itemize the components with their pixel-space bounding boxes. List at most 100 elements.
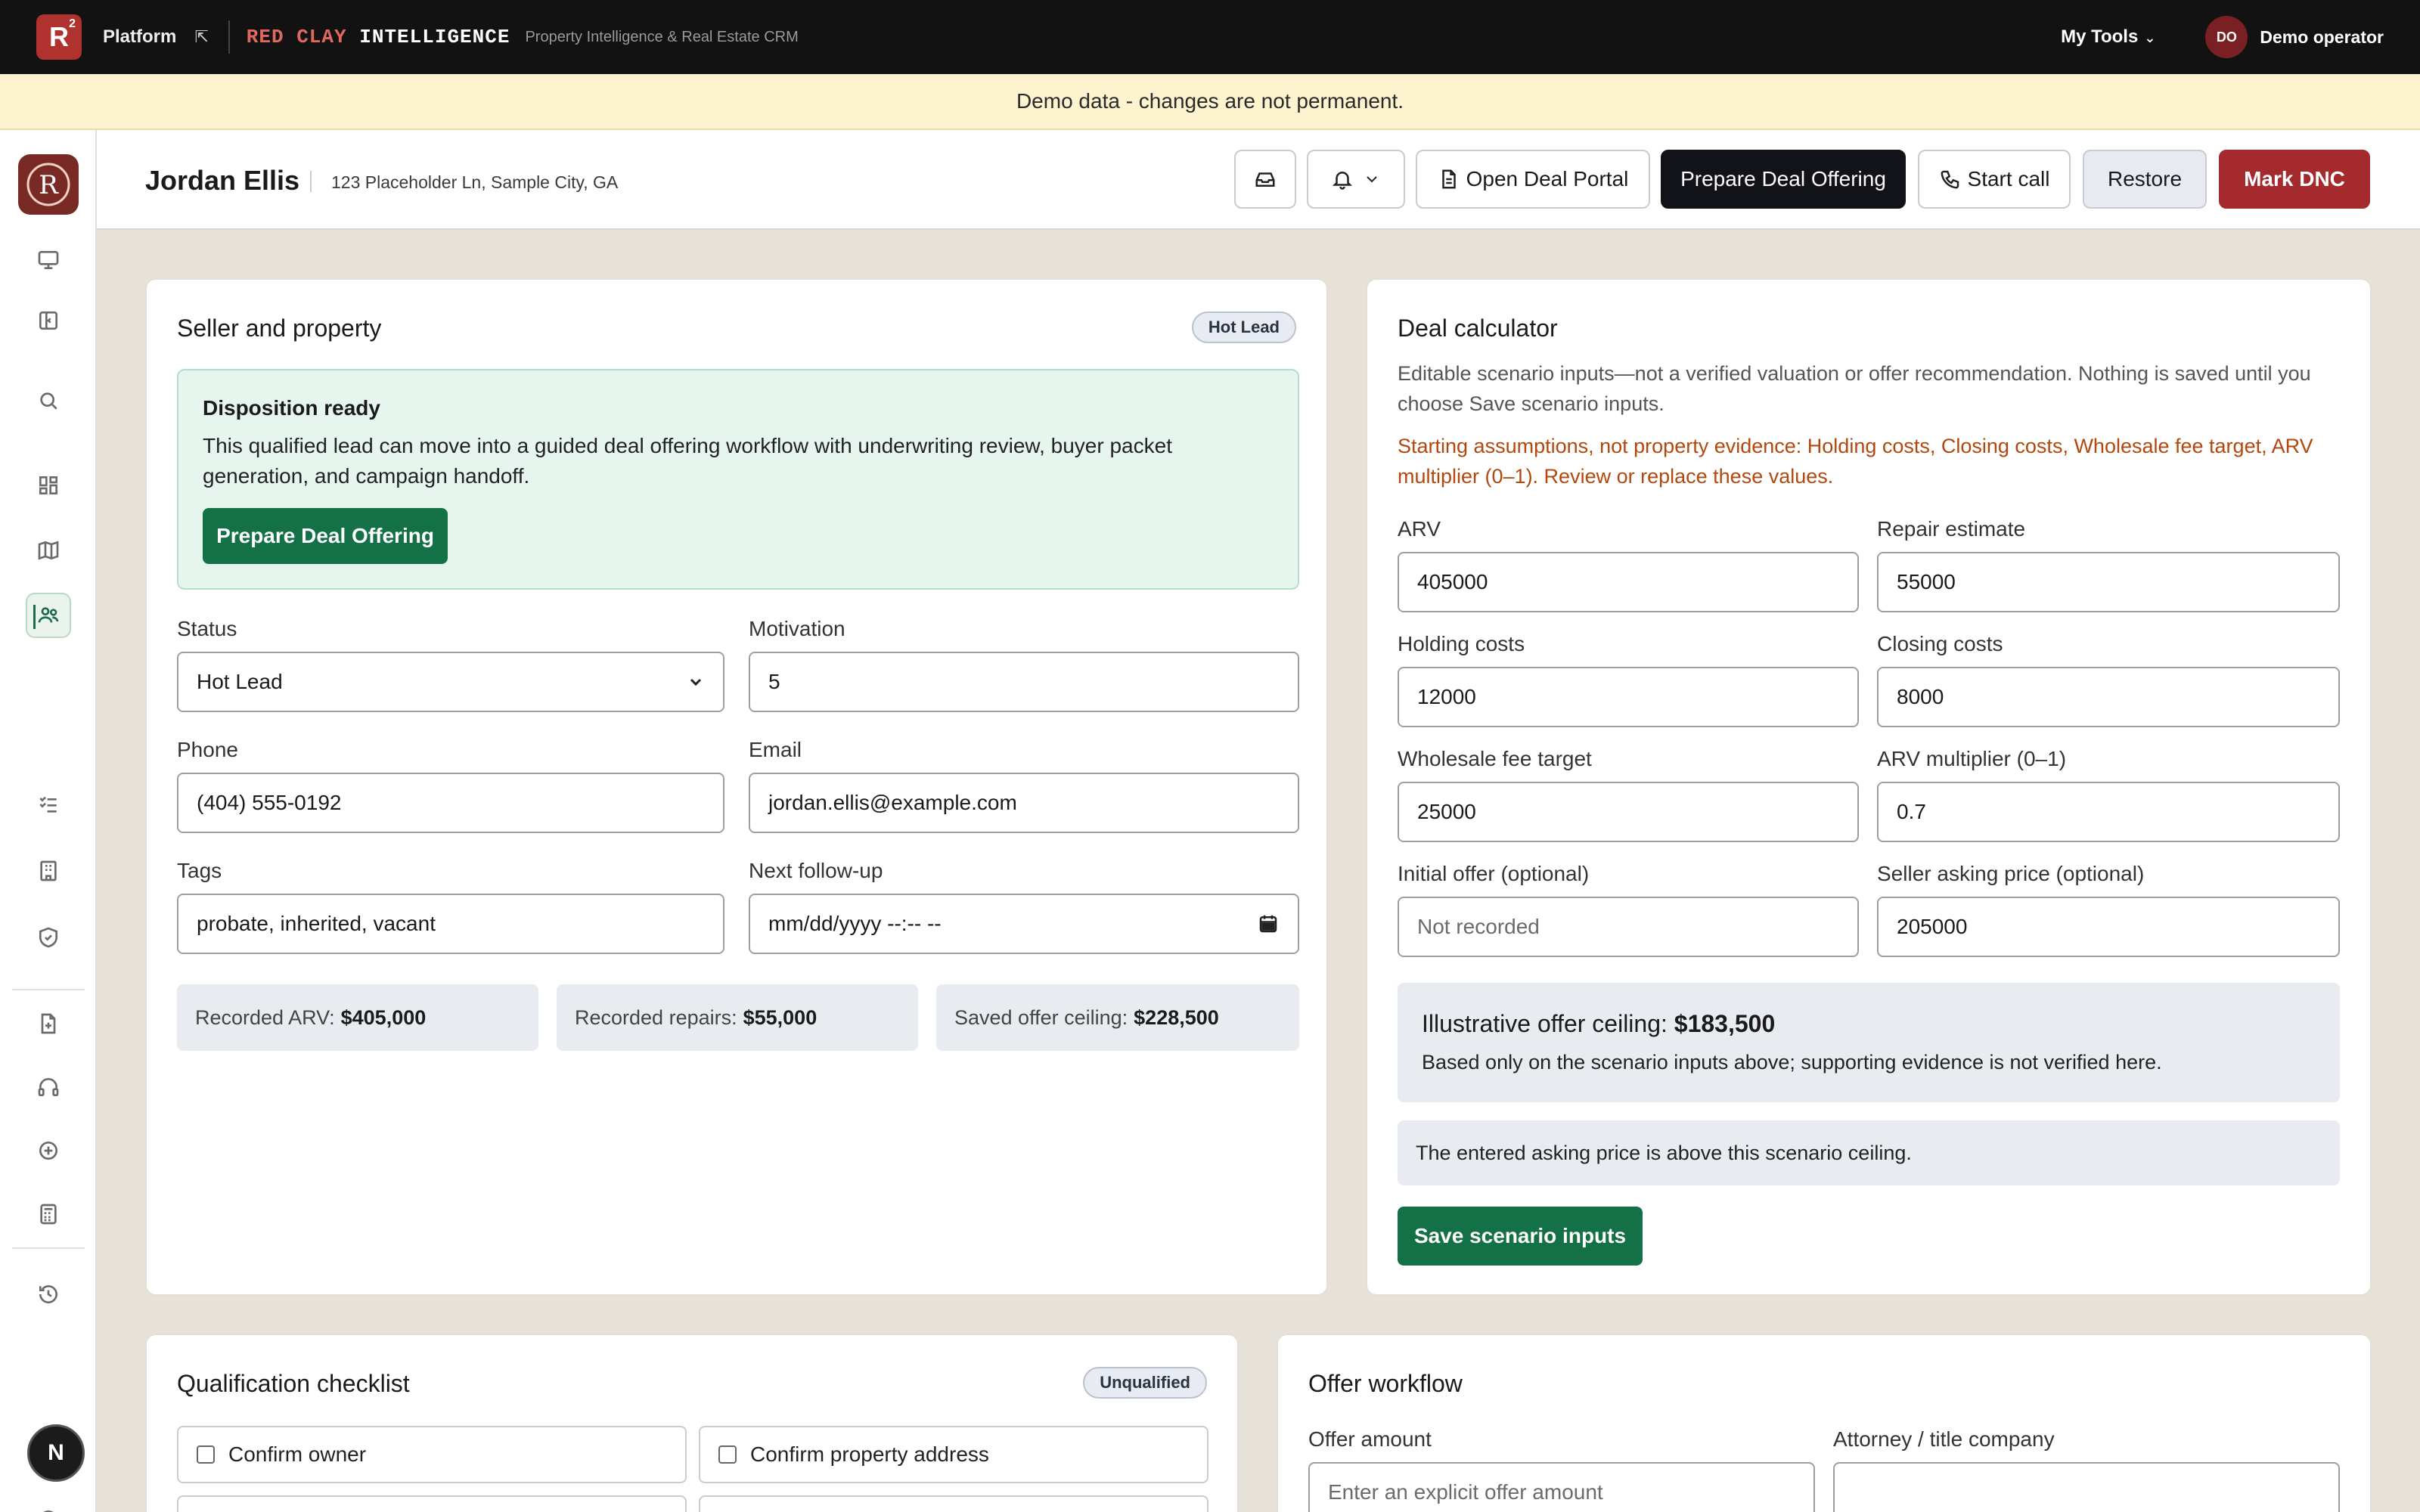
asking-price-notice: The entered asking price is above this s…	[1398, 1120, 2340, 1185]
my-tools-label: My Tools	[2061, 26, 2139, 47]
email-input[interactable]: jordan.ellis@example.com	[749, 773, 1299, 833]
bell-icon	[1332, 172, 1353, 190]
prepare-deal-offering-label: Prepare Deal Offering	[1680, 167, 1886, 191]
initial-offer-label: Initial offer (optional)	[1398, 862, 1590, 885]
avatar[interactable]: DO	[2205, 16, 2248, 58]
my-tools-menu[interactable]: My Tools ⌄	[2061, 26, 2155, 48]
asking-price-input[interactable]: 205000	[1877, 897, 2340, 957]
calculator-warning: Starting assumptions, not property evide…	[1398, 435, 2313, 488]
checklist-item[interactable]	[177, 1495, 687, 1512]
demo-banner: Demo data - changes are not permanent.	[0, 74, 2420, 130]
qualification-badge: Unqualified	[1083, 1367, 1207, 1399]
file-plus-icon[interactable]	[26, 1001, 71, 1046]
brand-name: RED CLAY INTELLIGENCE	[247, 26, 510, 48]
offer-workflow-card: Offer workflow Offer amount Enter an exp…	[1277, 1334, 2372, 1512]
restore-button[interactable]: Restore	[2083, 150, 2207, 209]
save-scenario-button[interactable]: Save scenario inputs	[1398, 1207, 1643, 1266]
status-label: Status	[177, 617, 237, 640]
notifications-button[interactable]	[1307, 150, 1405, 209]
start-call-button[interactable]: Start call	[1918, 150, 2071, 209]
status-select[interactable]: Hot Lead	[177, 652, 724, 712]
map-icon[interactable]	[26, 528, 71, 573]
confirm-owner-checkbox[interactable]: Confirm owner	[177, 1426, 687, 1483]
holding-input[interactable]: 12000	[1398, 667, 1859, 727]
closing-label: Closing costs	[1877, 632, 2003, 655]
followup-datetime-input[interactable]: mm/dd/yyyy --:-- --	[749, 894, 1299, 954]
account-badge[interactable]: N	[27, 1424, 85, 1482]
history-icon[interactable]	[26, 1272, 71, 1317]
topbar-divider	[228, 20, 230, 54]
email-label: Email	[749, 738, 802, 761]
recorded-repairs-value: $55,000	[743, 1005, 818, 1029]
offer-amount-input[interactable]: Enter an explicit offer amount	[1308, 1462, 1815, 1512]
multiplier-label: ARV multiplier (0–1)	[1877, 747, 2067, 770]
open-deal-portal-label: Open Deal Portal	[1466, 167, 1629, 191]
panel-icon[interactable]	[26, 298, 71, 343]
attorney-input[interactable]	[1833, 1462, 2340, 1512]
initial-offer-input[interactable]: Not recorded	[1398, 897, 1859, 957]
plus-circle-icon[interactable]	[26, 1128, 71, 1173]
phone-icon	[1941, 170, 1959, 189]
sidebar-logo[interactable]: R	[18, 154, 79, 215]
app-logo[interactable]: R 2	[36, 14, 82, 60]
open-deal-portal-button[interactable]: Open Deal Portal	[1416, 150, 1650, 209]
prepare-deal-offering-button[interactable]: Prepare Deal Offering	[203, 508, 448, 564]
collapse-arrow-icon[interactable]: ⇱	[194, 27, 208, 47]
checklist-icon[interactable]	[26, 782, 71, 827]
chevron-down-icon	[690, 678, 702, 686]
tags-input[interactable]: probate, inherited, vacant	[177, 894, 724, 954]
svg-text:R: R	[39, 170, 59, 200]
monitor-icon[interactable]	[26, 237, 71, 283]
offer-ceiling-note: Based only on the scenario inputs above;…	[1422, 1051, 2162, 1074]
restore-label: Restore	[2107, 167, 2183, 191]
calendar-icon[interactable]	[1257, 912, 1280, 935]
document-icon	[1441, 169, 1456, 189]
offer-amount-label: Offer amount	[1308, 1427, 1432, 1451]
headphones-icon[interactable]	[26, 1064, 71, 1110]
mark-dnc-button[interactable]: Mark DNC	[2219, 150, 2370, 209]
confirm-address-checkbox[interactable]: Confirm property address	[699, 1426, 1208, 1483]
repair-input[interactable]: 55000	[1877, 552, 2340, 612]
attorney-label: Attorney / title company	[1833, 1427, 2055, 1451]
search-icon[interactable]	[26, 378, 71, 423]
calculator-title: Deal calculator	[1398, 314, 1558, 342]
shield-icon[interactable]	[26, 915, 71, 960]
arv-label: ARV	[1398, 517, 1441, 541]
disposition-panel: Disposition ready This qualified lead ca…	[177, 369, 1299, 590]
fee-input[interactable]: 25000	[1398, 782, 1859, 842]
sidebar-divider	[12, 1247, 85, 1249]
recorded-arv-stat: Recorded ARV: $405,000	[177, 984, 538, 1051]
calculator-intro: Editable scenario inputs—not a verified …	[1398, 362, 2311, 415]
multiplier-input[interactable]: 0.7	[1877, 782, 2340, 842]
prepare-deal-offering-button[interactable]: Prepare Deal Offering	[1661, 150, 1906, 209]
holding-label: Holding costs	[1398, 632, 1525, 655]
platform-label[interactable]: Platform	[103, 26, 176, 48]
closing-input[interactable]: 8000	[1877, 667, 2340, 727]
inbox-button[interactable]	[1234, 150, 1296, 209]
recorded-arv-value: $405,000	[340, 1005, 427, 1029]
help-icon[interactable]	[26, 1497, 71, 1512]
seller-property-card: Seller and property Hot Lead Disposition…	[145, 278, 1328, 1296]
arv-input[interactable]: 405000	[1398, 552, 1859, 612]
followup-value: mm/dd/yyyy --:-- --	[768, 912, 942, 935]
start-call-label: Start call	[1967, 167, 2050, 191]
checklist-item[interactable]	[699, 1495, 1208, 1512]
offer-ceiling-panel: Illustrative offer ceiling: $183,500 Bas…	[1398, 983, 2340, 1102]
header-divider	[310, 171, 312, 192]
asking-price-label: Seller asking price (optional)	[1877, 862, 2145, 885]
checkbox-icon	[718, 1445, 737, 1464]
calculator-icon[interactable]	[26, 1191, 71, 1237]
operator-name[interactable]: Demo operator	[2260, 27, 2384, 48]
motivation-input[interactable]: 5	[749, 652, 1299, 712]
saved-offer-ceiling-label: Saved offer ceiling:	[954, 1005, 1128, 1029]
checkbox-icon	[197, 1445, 215, 1464]
chevron-down-icon: ⌄	[2144, 30, 2156, 45]
sidebar: R N	[0, 130, 97, 1512]
phone-input[interactable]: (404) 555-0192	[177, 773, 724, 833]
building-icon[interactable]	[26, 848, 71, 894]
recorded-repairs-stat: Recorded repairs: $55,000	[557, 984, 918, 1051]
tags-label: Tags	[177, 859, 222, 882]
users-icon[interactable]	[26, 593, 71, 638]
confirm-address-label: Confirm property address	[750, 1442, 989, 1466]
grid-icon[interactable]	[26, 463, 71, 508]
